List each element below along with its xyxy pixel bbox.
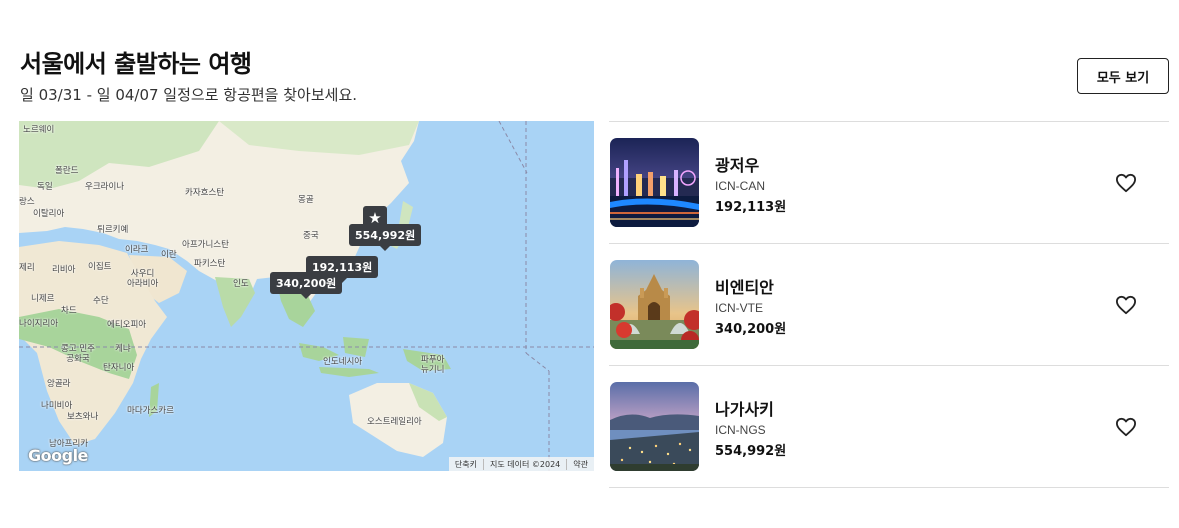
map-label-germany: 독일 [37,182,53,192]
map-data-attribution: 지도 데이터 ©2024 [483,458,566,470]
map-label-madagascar: 마다가스카르 [127,406,174,416]
map-label-turkey: 튀르키예 [97,225,129,235]
map-label-niger: 니제르 [31,294,55,304]
map-label-italy: 이탈리아 [33,209,65,219]
heart-icon [1115,173,1136,193]
destination-name: 비엔티안 [715,278,774,297]
destination-route: ICN-VTE [715,301,763,315]
map-label-chad: 차드 [61,306,77,316]
map-label-india: 인도 [233,279,249,289]
map-label-china: 중국 [303,231,319,241]
map-label-libya: 리비아 [52,265,76,275]
map-label-egypt: 이집트 [88,262,112,272]
map-label-kazakhstan: 카자흐스탄 [185,188,225,198]
destination-card[interactable]: 광저우 ICN-CAN 192,113원 [609,122,1169,244]
page-title: 서울에서 출발하는 여행 [20,50,252,78]
map-label-australia: 오스트레일리아 [367,417,422,427]
map-footer: 단축키 지도 데이터 ©2024 약관 [448,457,594,471]
map-pin-vientiane[interactable]: 340,200원 [270,272,343,299]
map-label-algeria: 제리 [19,263,35,273]
guangzhou-photo[interactable] [610,138,699,227]
map-label-nigeria: 나이지리아 [19,319,59,329]
destination-name: 광저우 [715,156,760,175]
map-label-ethiopia: 에티오피아 [107,320,147,330]
map-shortcuts-link[interactable]: 단축키 [449,459,483,470]
vientiane-photo[interactable] [610,260,699,349]
destination-price: 554,992원 [715,444,787,459]
map-label-poland: 폴란드 [55,166,79,176]
destination-map[interactable]: 노르웨이 폴란드 독일 우크라이나 랑스 이탈리아 튀르키예 카자흐스탄 몽골 … [19,121,594,471]
map-label-iran: 이란 [161,250,177,260]
map-label-botswana: 보츠와나 [67,412,99,422]
page-subtitle: 일 03/31 - 일 04/07 일정으로 항공편을 찾아보세요. [20,86,358,104]
destination-list: 광저우 ICN-CAN 192,113원 비엔티안 ICN-VTE 340,20… [609,121,1169,488]
map-pin-nagasaki[interactable]: 554,992원 [349,224,422,251]
google-logo: Google [28,446,88,465]
destination-card[interactable]: 나가사키 ICN-NGS 554,992원 [609,366,1169,488]
map-label-france: 랑스 [19,197,35,207]
map-label-norway: 노르웨이 [23,125,55,135]
map-label-angola: 앙골라 [47,379,71,389]
map-label-drc: 콩고 민주 공화국 [61,344,95,364]
map-label-indonesia: 인도네시아 [323,357,363,367]
map-label-mongolia: 몽골 [298,195,314,205]
map-label-png: 파푸아 뉴기니 [421,355,445,375]
destination-price: 340,200원 [715,322,787,337]
favorite-button[interactable] [1113,293,1139,317]
view-all-button[interactable]: 모두 보기 [1077,58,1169,94]
destination-card[interactable]: 비엔티안 ICN-VTE 340,200원 [609,244,1169,366]
destination-route: ICN-NGS [715,423,766,437]
favorite-button[interactable] [1113,415,1139,439]
heart-icon [1115,295,1136,315]
map-terms-link[interactable]: 약관 [566,458,594,470]
map-label-sudan: 수단 [93,296,109,306]
map-label-saudi: 사우디 아라비아 [127,269,159,289]
favorite-button[interactable] [1113,171,1139,195]
map-label-ukraine: 우크라이나 [85,182,125,192]
map-label-pakistan: 파키스탄 [194,259,226,269]
map-label-afghanistan: 아프가니스탄 [182,240,229,250]
map-label-iraq: 이라크 [125,245,149,255]
destination-route: ICN-CAN [715,179,765,193]
heart-icon [1115,417,1136,437]
destination-name: 나가사키 [715,400,774,419]
nagasaki-photo[interactable] [610,382,699,471]
destination-price: 192,113원 [715,200,787,215]
map-label-tanzania: 탄자니아 [103,363,135,373]
map-label-kenya: 케냐 [115,344,131,354]
